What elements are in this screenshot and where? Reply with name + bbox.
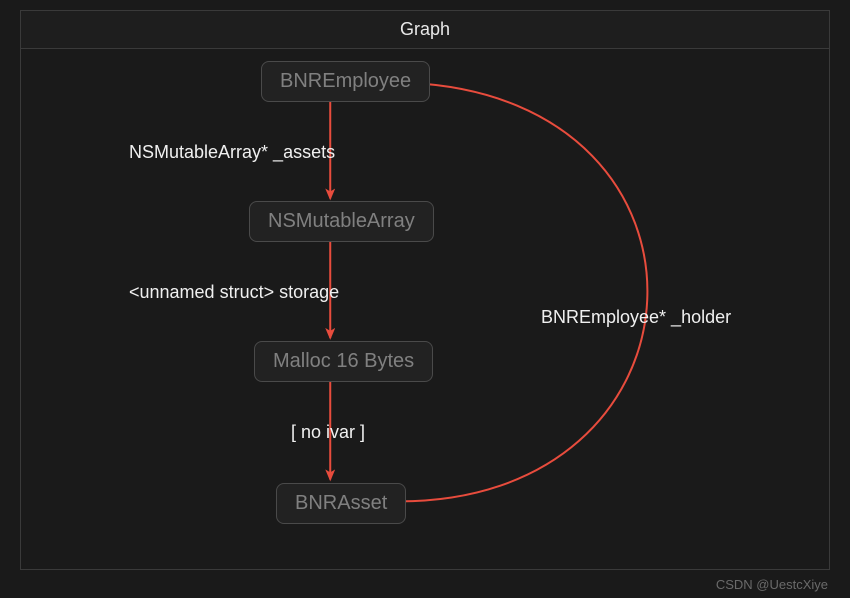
edge-label-holder: BNREmployee* _holder (541, 307, 731, 328)
edge-label-assets: NSMutableArray* _assets (129, 142, 335, 163)
node-label: BNREmployee (280, 70, 411, 92)
node-nsmutablearray[interactable]: NSMutableArray (249, 201, 434, 242)
node-bnrasset[interactable]: BNRAsset (276, 483, 406, 524)
watermark: CSDN @UestcXiye (716, 577, 828, 592)
node-label: Malloc 16 Bytes (273, 350, 414, 372)
graph-canvas: BNREmployee NSMutableArray* _assets NSMu… (21, 49, 829, 567)
node-label: BNRAsset (295, 492, 387, 514)
panel-header: Graph (21, 11, 829, 49)
node-label: NSMutableArray (268, 210, 415, 232)
node-bnremployee[interactable]: BNREmployee (261, 61, 430, 102)
panel-title: Graph (400, 19, 450, 39)
edge-label-noivar: [ no ivar ] (291, 422, 365, 443)
graph-panel: Graph BNREmployee NSMutableArray* _asset… (20, 10, 830, 570)
node-malloc[interactable]: Malloc 16 Bytes (254, 341, 433, 382)
edge-label-storage: <unnamed struct> storage (129, 282, 339, 303)
